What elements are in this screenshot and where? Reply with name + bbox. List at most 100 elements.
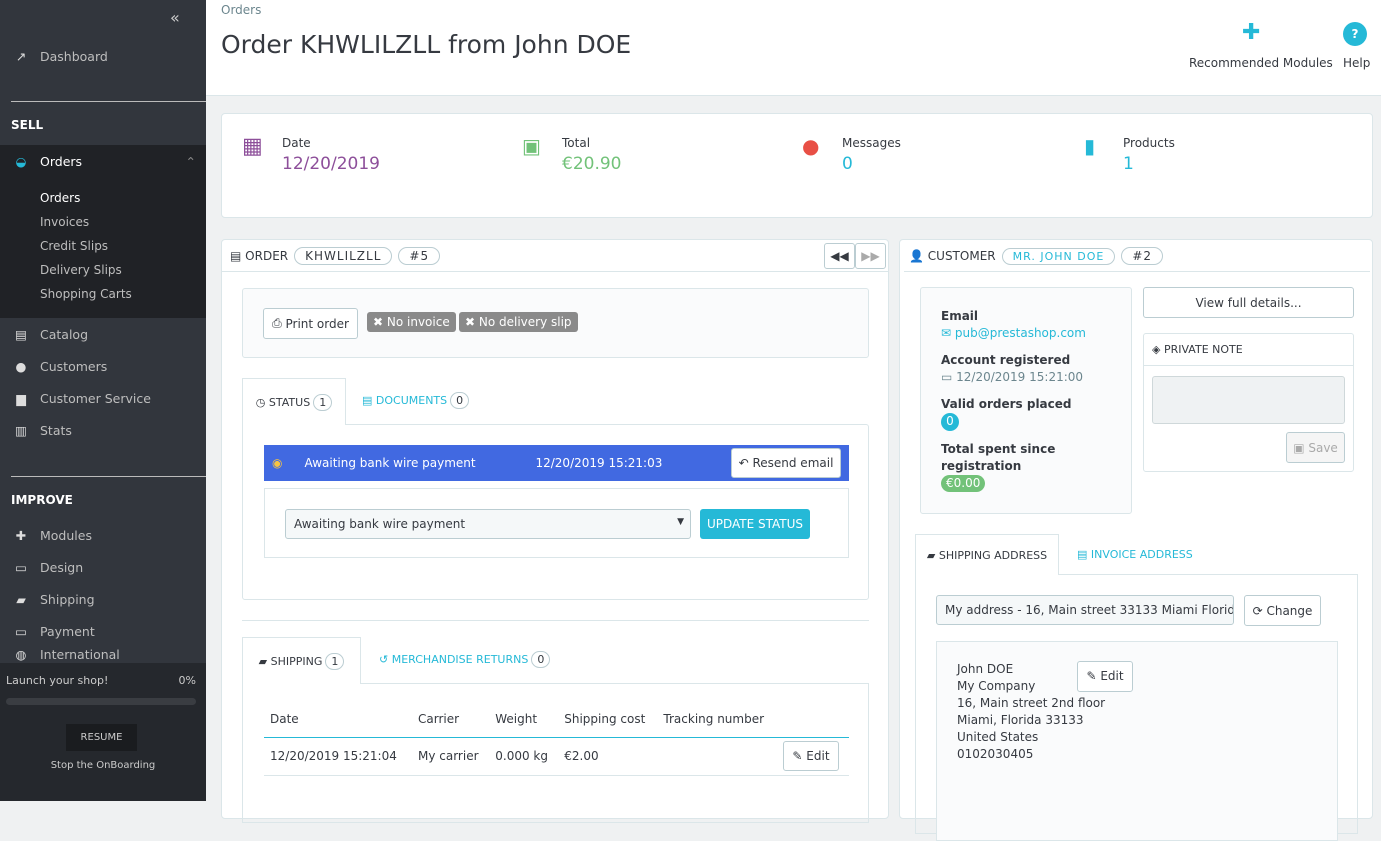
tab-merchandise-returns[interactable]: ↺ MERCHANDISE RETURNS 0: [379, 651, 551, 668]
label: No delivery slip: [478, 315, 572, 329]
print-order-button[interactable]: ⎙ Print order: [263, 308, 358, 339]
value: Awaiting bank wire payment: [294, 517, 466, 531]
address-line: John DOE: [957, 662, 1014, 676]
label: Payment: [40, 623, 95, 639]
onboarding: Launch your shop! 0% RESUME Stop the OnB…: [0, 663, 206, 801]
kpi-total-label: Total: [562, 136, 591, 150]
recommended-modules-button[interactable]: Recommended Modules: [1189, 56, 1333, 70]
sidebar-sub-invoices[interactable]: Invoices: [40, 215, 89, 229]
edit-shipping-button[interactable]: ✎ Edit: [783, 741, 839, 771]
address-select[interactable]: My address - 16, Main street 33133 Miami…: [936, 595, 1234, 625]
spent-label: Total spent since registration: [941, 442, 1056, 473]
chat-icon: ▆: [16, 390, 26, 406]
label: STATUS: [268, 395, 311, 409]
page-header: Orders Order KHWLILZLL from John DOE ✚ R…: [206, 0, 1381, 96]
view-full-details-button[interactable]: View full details...: [1143, 287, 1354, 318]
page-title: Order KHWLILZLL from John DOE: [221, 30, 632, 59]
status-select[interactable]: Awaiting bank wire payment ▼: [285, 509, 691, 539]
value: My address - 16, Main street 33133 Miami…: [945, 603, 1234, 617]
resume-button[interactable]: RESUME: [66, 724, 137, 751]
sidebar-sub-delivery-slips[interactable]: Delivery Slips: [40, 263, 122, 277]
address-line: My Company: [957, 679, 1036, 693]
tab-shipping[interactable]: ▰ SHIPPING 1: [242, 637, 361, 684]
address-line: 16, Main street 2nd floor: [957, 696, 1106, 710]
shipping-tab-content: Date Carrier Weight Shipping cost Tracking n…: [242, 683, 869, 823]
private-note-panel: ◈ PRIVATE NOTE ▣ Save: [1143, 333, 1354, 472]
sidebar-sub-orders[interactable]: Orders: [40, 191, 80, 205]
cell: [657, 737, 777, 775]
label: Edit: [1100, 669, 1124, 683]
label: Dashboard: [40, 48, 108, 64]
collapse-sidebar-button[interactable]: «: [170, 8, 180, 27]
tab-invoice-address[interactable]: ▤ INVOICE ADDRESS: [1077, 548, 1193, 561]
label: Resend email: [752, 456, 834, 470]
private-note-textarea[interactable]: [1152, 376, 1345, 424]
truck-icon: ▰: [926, 548, 936, 562]
email-label: Email: [941, 309, 979, 323]
label: International: [40, 647, 120, 662]
sidebar-item-orders[interactable]: ◒ Orders ⌃: [0, 145, 206, 177]
sidebar-sub-credit-slips[interactable]: Credit Slips: [40, 239, 108, 253]
sidebar-item-customer-service[interactable]: ▆ Customer Service: [0, 382, 206, 414]
sidebar-item-modules[interactable]: ✚ Modules: [0, 519, 206, 551]
sidebar-item-catalog[interactable]: ▤ Catalog: [0, 318, 206, 350]
customer-id: #2: [1121, 247, 1164, 265]
count: 1: [325, 652, 345, 670]
value: pub@prestashop.com: [954, 326, 1086, 340]
no-delivery-slip-badge: ✖ No delivery slip: [459, 312, 578, 332]
card-icon: ▭: [15, 623, 27, 639]
private-note-heading: ◈ PRIVATE NOTE: [1152, 343, 1243, 356]
order-actions: ⎙ Print order ✖ No invoice ✖ No delivery…: [242, 288, 869, 358]
truck-icon: ▰: [258, 654, 268, 668]
status-tab-content: ◉ Awaiting bank wire payment 12/20/2019 …: [242, 424, 869, 600]
tab-status[interactable]: ◷ STATUS 1: [242, 378, 346, 425]
registered-label: Account registered: [941, 353, 1071, 367]
resend-email-button[interactable]: ↶ Resend email: [731, 448, 841, 478]
save-note-button[interactable]: ▣ Save: [1286, 432, 1345, 463]
col-carrier: Carrier: [417, 712, 460, 727]
sidebar-item-customers[interactable]: ● Customers: [0, 350, 206, 382]
label: Stats: [40, 422, 72, 438]
sidebar-item-dashboard[interactable]: ↗ Dashboard: [0, 40, 206, 72]
sidebar-item-design[interactable]: ▭ Design: [0, 551, 206, 583]
customer-panel-heading: 👤 CUSTOMER MR. JOHN DOE #2: [909, 247, 1164, 265]
sidebar-sub-shopping-carts[interactable]: Shopping Carts: [40, 287, 132, 301]
sidebar-item-shipping[interactable]: ▰ Shipping: [0, 583, 206, 615]
coins-icon: ◉: [272, 456, 283, 470]
label: SHIPPING: [270, 654, 323, 668]
launch-label: Launch your shop!: [6, 674, 109, 687]
account-icon: ●: [15, 358, 27, 374]
orders-label: Valid orders placed: [941, 397, 1072, 411]
previous-order-button[interactable]: ◀◀: [824, 243, 855, 269]
label: DOCUMENTS: [375, 394, 448, 407]
shipping-table: Date Carrier Weight Shipping cost Tracking n…: [264, 702, 849, 776]
label: INVOICE ADDRESS: [1090, 548, 1193, 561]
sidebar-item-payment[interactable]: ▭ Payment: [0, 615, 206, 647]
no-invoice-badge: ✖ No invoice: [367, 312, 456, 332]
tab-documents[interactable]: ▤ DOCUMENTS 0: [362, 392, 470, 409]
label: Print order: [285, 316, 349, 331]
sidebar-item-international[interactable]: ◍ International: [0, 647, 206, 663]
count: 0: [531, 651, 551, 668]
credit-card-icon: ▤: [230, 249, 242, 263]
book-icon: ▮: [1084, 134, 1096, 158]
change-address-button[interactable]: ⟳ Change: [1244, 595, 1321, 626]
comments-icon: ●: [802, 134, 820, 158]
update-status-button[interactable]: UPDATE STATUS: [700, 509, 810, 539]
customer-name-link[interactable]: MR. JOHN DOE: [1001, 247, 1116, 265]
order-heading: ORDER: [245, 249, 289, 263]
label: Design: [40, 559, 84, 575]
stop-onboarding-link[interactable]: Stop the OnBoarding: [0, 760, 206, 771]
help-button[interactable]: Help: [1343, 56, 1370, 70]
edit-address-button[interactable]: ✎ Edit: [1077, 661, 1133, 692]
label: Catalog: [40, 326, 89, 342]
kpi-products-label: Products: [1123, 136, 1175, 150]
launch-progress: [6, 698, 196, 705]
order-panel: ▤ ORDER KHWLILZLL #5 ◀◀ ▶▶ ⎙ Print order…: [221, 239, 889, 823]
tab-shipping-address[interactable]: ▰ SHIPPING ADDRESS: [915, 534, 1059, 575]
col-weight: Weight: [495, 712, 538, 727]
next-order-button[interactable]: ▶▶: [855, 243, 886, 269]
email-link[interactable]: ✉ pub@prestashop.com: [941, 325, 1131, 342]
breadcrumb[interactable]: Orders: [221, 3, 261, 17]
sidebar-item-stats[interactable]: ▥ Stats: [0, 414, 206, 446]
